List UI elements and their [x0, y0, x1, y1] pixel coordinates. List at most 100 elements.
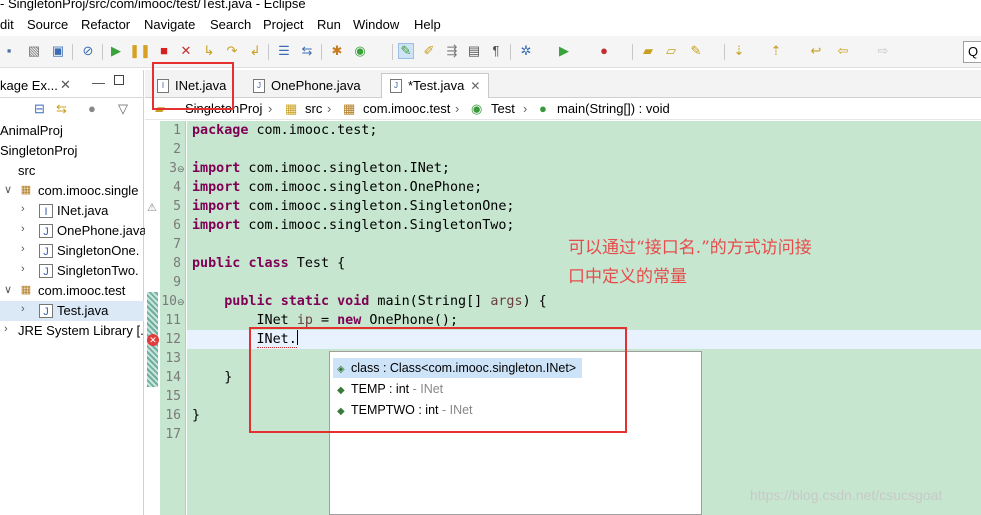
resume-icon[interactable]: ▶ — [108, 43, 124, 59]
menu-search[interactable]: Search — [210, 17, 251, 32]
tree-item-singletonproj[interactable]: SingletonProj — [0, 141, 144, 161]
line-number: 14 — [165, 370, 181, 385]
maximize-icon[interactable] — [114, 75, 124, 85]
external-tools-icon[interactable]: ◉ — [352, 43, 368, 59]
open-folder-icon[interactable]: ▰ — [640, 43, 656, 59]
tree-item-singletontwo[interactable]: › J SingletonTwo. — [0, 261, 144, 281]
debug-icon[interactable]: ✲ — [518, 43, 534, 59]
menu-navigate[interactable]: Navigate — [144, 17, 195, 32]
annotation-gutter: ⚠ ✕ — [145, 121, 159, 515]
collapse-all-icon[interactable]: ⊟ — [34, 101, 45, 117]
tree-item-label: com.imooc.test — [38, 283, 126, 298]
skip-breakpoints-icon[interactable]: ⊘ — [80, 43, 96, 59]
breadcrumb-src[interactable]: src — [305, 101, 322, 116]
tree-item-label: JRE System Library [. — [18, 323, 144, 338]
minimize-icon[interactable]: — — [92, 75, 105, 90]
run-as-icon[interactable]: ✱ — [329, 43, 345, 59]
package-explorer-title[interactable]: kage Ex... — [0, 78, 58, 93]
error-icon[interactable]: ✕ — [147, 334, 159, 346]
java-file-icon: J — [253, 78, 265, 93]
highlight-box-completions — [249, 327, 627, 433]
open-type-icon[interactable]: ⇆ — [299, 43, 315, 59]
step-return-icon[interactable]: ↲ — [247, 43, 263, 59]
line-number: 13 — [165, 351, 181, 366]
pilcrow-icon[interactable]: ¶ — [488, 43, 504, 59]
tab-test[interactable]: J *Test.java ✕ — [381, 73, 490, 98]
tree-item-jre[interactable]: › JRE System Library [. — [0, 321, 144, 341]
chevron-right-icon[interactable]: › — [21, 263, 31, 275]
tree-item-inet[interactable]: › I INet.java — [0, 201, 144, 221]
chevron-down-icon[interactable]: ∨ — [4, 183, 14, 196]
build-icon[interactable]: ▣ — [50, 43, 66, 59]
tree-item-src[interactable]: src — [0, 161, 144, 181]
breadcrumb-class[interactable]: Test — [491, 101, 515, 116]
fold-icon[interactable]: ⊖ — [177, 164, 185, 175]
fold-icon[interactable]: ⊖ — [177, 297, 185, 308]
chevron-right-icon[interactable]: › — [21, 203, 31, 215]
chevron-right-icon[interactable]: › — [4, 323, 14, 335]
new-class-icon[interactable]: ☰ — [276, 43, 292, 59]
edit-icon[interactable]: ✎ — [688, 43, 704, 59]
forward-icon[interactable]: ⇨ — [875, 43, 891, 59]
tree-item-label: SingletonProj — [0, 143, 78, 158]
save-all-icon[interactable]: ▧ — [26, 43, 42, 59]
menu-project[interactable]: Project — [263, 17, 303, 32]
terminate-icon[interactable]: ■ — [156, 43, 172, 59]
package-explorer: kage Ex... ✕ — ⊟ ⇆ ● ▽ AnimalProj Single… — [0, 70, 147, 515]
tree-item-label: INet.java — [57, 203, 109, 218]
open-task-icon[interactable]: ▱ — [663, 43, 679, 59]
step-over-icon[interactable]: ↷ — [224, 43, 240, 59]
prev-annotation-icon[interactable]: ⇡ — [768, 43, 784, 59]
view-menu-icon[interactable]: ▽ — [118, 101, 128, 117]
breadcrumb-package[interactable]: com.imooc.test — [363, 101, 450, 116]
focus-icon[interactable]: ● — [88, 101, 96, 116]
task-icon[interactable]: ▤ — [466, 43, 482, 59]
menu-run[interactable]: Run — [317, 17, 341, 32]
tree-item-package-test[interactable]: ∨ ▦ com.imooc.test — [0, 281, 144, 301]
tree-item-test[interactable]: › J Test.java — [0, 301, 144, 321]
menu-window[interactable]: Window — [353, 17, 399, 32]
close-icon[interactable]: ✕ — [60, 77, 71, 93]
chevron-down-icon[interactable]: ∨ — [4, 283, 14, 296]
code-line-16: } — [192, 408, 201, 423]
mark-occurrences-icon[interactable]: ✎ — [398, 43, 414, 59]
save-icon[interactable]: ▪ — [1, 43, 17, 59]
code-line-10: public static void main(String[] args) { — [224, 294, 547, 309]
line-number: 1 — [173, 123, 181, 138]
tree-item-label: com.imooc.single — [38, 183, 139, 198]
show-whitespace-icon[interactable]: ⇶ — [444, 43, 460, 59]
java-file-icon: J — [39, 224, 53, 238]
link-editor-icon[interactable]: ⇆ — [56, 101, 67, 117]
tree-item-singletonone[interactable]: › J SingletonOne. — [0, 241, 144, 261]
last-edit-icon[interactable]: ↩ — [808, 43, 824, 59]
menu-edit[interactable]: dit — [0, 17, 14, 32]
next-annotation-icon[interactable]: ⇣ — [731, 43, 747, 59]
chevron-right-icon[interactable]: › — [21, 303, 31, 315]
tree-item-onephone[interactable]: › J OnePhone.java — [0, 221, 147, 241]
java-file-icon: J — [39, 244, 53, 258]
run-icon[interactable]: ▶ — [556, 43, 572, 59]
line-number: 3 — [169, 161, 177, 176]
chevron-right-icon[interactable]: › — [21, 223, 31, 235]
breadcrumb-method[interactable]: main(String[]) : void — [557, 101, 670, 116]
menu-refactor[interactable]: Refactor — [81, 17, 130, 32]
tree-item-package-singleton[interactable]: ∨ ▦ com.imooc.single — [0, 181, 144, 201]
code-line-14: } — [224, 370, 233, 385]
annotation-line-2: 口中定义的常量 — [568, 267, 687, 287]
line-number: 8 — [173, 256, 181, 271]
highlight-icon[interactable]: ✐ — [421, 43, 437, 59]
close-icon[interactable]: ✕ — [470, 74, 480, 98]
suspend-icon[interactable]: ❚❚ — [129, 43, 151, 59]
menu-help[interactable]: Help — [414, 17, 441, 32]
tree-item-animalproj[interactable]: AnimalProj — [0, 121, 144, 141]
menu-source[interactable]: Source — [27, 17, 68, 32]
package-icon: ▦ — [20, 284, 32, 296]
coverage-icon[interactable]: ● — [596, 43, 612, 59]
quick-access-search[interactable]: Q — [963, 41, 981, 63]
disconnect-icon[interactable]: ✕ — [178, 43, 194, 59]
step-into-icon[interactable]: ↳ — [201, 43, 217, 59]
tab-onephone[interactable]: J OnePhone.java — [245, 73, 369, 98]
back-icon[interactable]: ⇦ — [835, 43, 851, 59]
java-file-icon: J — [39, 264, 53, 278]
chevron-right-icon[interactable]: › — [21, 243, 31, 255]
